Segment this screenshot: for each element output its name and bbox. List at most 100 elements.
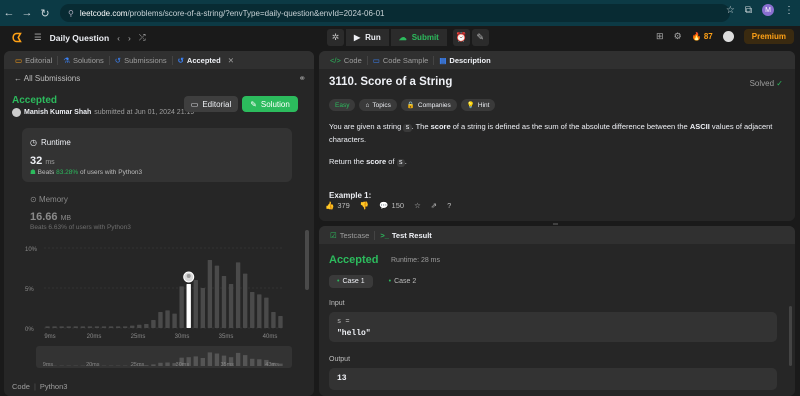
check-circle-icon: ✓ [776, 79, 783, 88]
result-scrollbar[interactable] [789, 306, 792, 366]
next-problem-icon[interactable]: › [128, 33, 131, 43]
like-button[interactable]: 👍 379 [325, 201, 350, 210]
runtime-label: Runtime [40, 138, 71, 147]
timer-icon[interactable]: ⏰ [452, 29, 470, 46]
tab-code[interactable]: </> Code [325, 55, 368, 65]
back-arrow-icon[interactable]: ← [0, 7, 18, 19]
tab-editorial[interactable]: ▭ Editorial [10, 55, 59, 65]
site-info-icon[interactable]: ⚲ [68, 9, 74, 18]
book-icon: ▭ [190, 99, 199, 109]
flask-icon: ⚗ [63, 55, 70, 65]
reload-icon[interactable]: ↻ [36, 7, 54, 20]
extensions-icon[interactable]: ⧉ [745, 5, 752, 16]
bar [73, 326, 78, 328]
result-runtime: Runtime: 28 ms [391, 257, 441, 264]
comment-icon: 💬 [379, 201, 389, 210]
premium-button[interactable]: Premium [743, 29, 794, 44]
bookmark-star-icon[interactable]: ☆ [726, 5, 735, 16]
comments-button[interactable]: 💬 150 [379, 201, 404, 210]
address-bar[interactable]: ⚲ leetcode.com /problems/score-of-a-stri… [60, 4, 730, 22]
thumbs-up-icon: 👍 [325, 201, 335, 210]
link-icon[interactable]: ⚭ [298, 73, 306, 84]
all-submissions-link[interactable]: ← All Submissions [14, 74, 80, 83]
streak-counter[interactable]: 🔥 87 [692, 32, 713, 41]
daily-question-link[interactable]: Daily Question [50, 33, 110, 43]
debug-icon[interactable]: ✲ [327, 29, 344, 46]
desc-text: . [404, 157, 407, 166]
clock-icon: ◷ [30, 138, 37, 147]
leetcode-logo-icon[interactable]: ᗧ [12, 31, 24, 45]
x-tick-label: 35ms [219, 334, 234, 340]
hint-chip[interactable]: 💡 Hint [460, 99, 496, 111]
share-icon[interactable]: ⇗ [431, 201, 437, 210]
brush-bar [257, 359, 262, 366]
tab-accepted[interactable]: ↺ Accepted ✕ [173, 56, 239, 65]
submission-meta: Manish Kumar Shah submitted at Jun 01, 2… [12, 108, 194, 117]
bar [207, 260, 213, 328]
brush-bar [158, 362, 163, 366]
editorial-button[interactable]: ▭ Editorial [184, 96, 238, 112]
case-1-tab[interactable]: • Case 1 [329, 275, 373, 288]
bar [45, 326, 50, 328]
bar [101, 326, 107, 328]
tab-code-sample[interactable]: ▭ Code Sample [368, 55, 435, 65]
play-icon: ▶ [354, 33, 361, 42]
result-tabbar: ☑ Testcase >_ Test Result [319, 226, 795, 244]
notes-icon[interactable]: ✎ [471, 29, 489, 46]
shuffle-icon[interactable]: ⤮ [139, 32, 146, 43]
list-icon[interactable]: ☰ [34, 32, 42, 43]
solution-button[interactable]: ✎ Solution [242, 96, 298, 112]
bar [158, 312, 163, 328]
solution-label: Solution [260, 99, 290, 109]
lock-icon: 🔒 [406, 102, 415, 109]
run-label: Run [365, 33, 381, 42]
brush-bar [207, 352, 213, 366]
case-2-tab[interactable]: • Case 2 [381, 275, 425, 288]
runtime-distribution-chart[interactable]: 10% 5% 0% 9ms 20ms 25ms 30ms 35ms 40ms 9ms 20ms 25m… [22, 238, 292, 370]
forward-arrow-icon[interactable]: → [18, 7, 36, 19]
bar [108, 326, 114, 328]
close-tab-icon[interactable]: ✕ [228, 56, 234, 65]
chip-label: Hint [477, 101, 490, 109]
tab-submissions[interactable]: ↺ Submissions [110, 55, 173, 65]
username[interactable]: Manish Kumar Shah [24, 109, 91, 116]
dislike-button[interactable]: 👎 [360, 201, 369, 210]
beats-prefix: Beats [37, 169, 55, 176]
input-box[interactable]: s = "hello" [329, 312, 777, 342]
problem-footer: 👍 379 👎 💬 150 ☆ ⇗ ? [325, 201, 451, 210]
problem-title[interactable]: 3110. Score of a String [329, 76, 452, 88]
beats-icon: ☗ [30, 169, 36, 176]
history-icon: ↺ [177, 55, 184, 65]
user-avatar[interactable] [722, 31, 734, 42]
tab-label: Description [449, 55, 491, 65]
profile-avatar[interactable]: M [762, 4, 774, 16]
layout-grid-icon[interactable]: ⊞ [656, 31, 664, 42]
submit-button[interactable]: ☁ Submit [390, 29, 447, 46]
favorite-star-icon[interactable]: ☆ [414, 201, 421, 210]
x-tick-label: 9ms [44, 334, 55, 340]
tab-testcase[interactable]: ☑ Testcase [325, 230, 376, 240]
bar [144, 324, 149, 328]
tab-solutions[interactable]: ⚗ Solutions [58, 55, 110, 65]
left-scrollbar[interactable] [305, 230, 309, 290]
desc-text: Return the [329, 157, 367, 166]
prev-problem-icon[interactable]: ‹ [117, 33, 120, 43]
memory-label-row[interactable]: ⊙ Memory [30, 195, 68, 204]
difficulty-chip: Easy [329, 99, 356, 111]
run-button[interactable]: ▶ Run [346, 29, 389, 46]
topics-chip[interactable]: ⌂ Topics [359, 99, 397, 111]
x-tick-label: 25ms [131, 334, 146, 340]
bar [172, 313, 177, 328]
tab-test-result[interactable]: >_ Test Result [375, 231, 436, 240]
help-icon[interactable]: ? [447, 201, 451, 210]
settings-gear-icon[interactable]: ⚙ [674, 31, 682, 42]
brush-tick-label: 9ms [43, 362, 54, 368]
menu-icon[interactable]: ⋮ [784, 5, 794, 16]
tab-description[interactable]: ▤ Description [434, 56, 495, 65]
y-tick-label: 0% [25, 327, 34, 333]
runtime-card[interactable]: ◷ Runtime 32 ms ☗ Beats 83.28% of users w… [22, 128, 292, 182]
companies-chip[interactable]: 🔒 Companies [400, 99, 457, 111]
output-box[interactable]: 13 [329, 368, 777, 390]
bar [115, 326, 121, 328]
runtime-beats: ☗ Beats 83.28% of users with Python3 [30, 168, 142, 176]
